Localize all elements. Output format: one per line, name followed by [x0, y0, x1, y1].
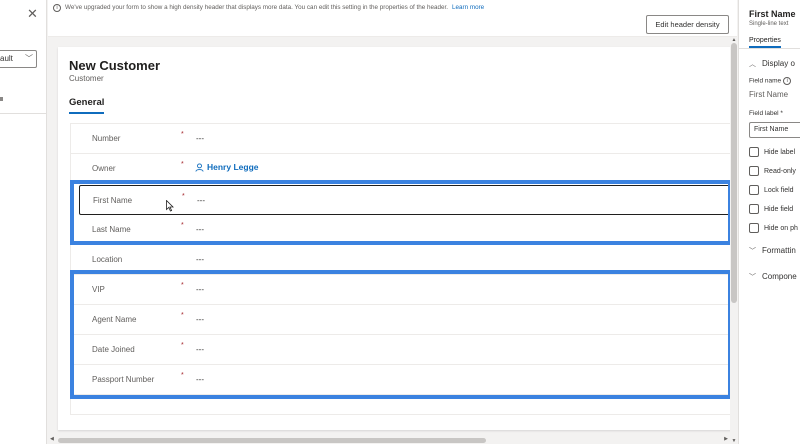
properties-subtitle: Single-line text: [749, 21, 789, 27]
field-row-number[interactable]: Number * ---: [71, 124, 734, 154]
required-marker: *: [181, 282, 184, 289]
divider: [0, 113, 47, 114]
left-panel: ✕ ault ﹀: [0, 0, 47, 444]
tab-properties[interactable]: Properties: [749, 37, 781, 48]
field-value: ---: [196, 285, 204, 294]
field-label-label: Field label *: [749, 110, 783, 117]
field-label: Owner: [92, 164, 116, 173]
required-marker: *: [181, 342, 184, 349]
form-section: Number * --- Owner * Henry Legge First N…: [70, 123, 734, 415]
field-row-first-name[interactable]: First Name * ---: [79, 185, 734, 215]
edit-header-density-button[interactable]: Edit header density: [646, 15, 729, 34]
field-label: Date Joined: [92, 345, 135, 354]
section-label: Display o: [762, 59, 795, 68]
chevron-down-icon: ﹀: [749, 248, 756, 255]
required-marker: *: [181, 222, 184, 229]
notification-message: We've upgraded your form to show a high …: [65, 4, 484, 11]
lock-field-checkbox[interactable]: Lock field: [749, 185, 794, 195]
required-marker: *: [181, 161, 184, 168]
field-row-vip[interactable]: VIP * ---: [71, 275, 734, 305]
field-value: ---: [196, 315, 204, 324]
hide-on-phone-checkbox[interactable]: Hide on ph: [749, 223, 798, 233]
form-card: New Customer Customer General Number * -…: [58, 47, 734, 430]
field-label-input[interactable]: First Name: [749, 122, 800, 138]
field-label: Location: [92, 255, 123, 264]
field-row-passport-number[interactable]: Passport Number * ---: [71, 365, 734, 395]
close-icon[interactable]: ✕: [27, 6, 38, 22]
vertical-scrollbar[interactable]: ▲ ▼: [730, 37, 738, 444]
owner-name: Henry Legge: [207, 162, 259, 172]
checkbox-label: Hide on ph: [764, 224, 798, 232]
divider: [739, 48, 800, 49]
checkbox-box: [749, 147, 759, 157]
vertical-scroll-thumb[interactable]: [731, 43, 737, 303]
checkbox-box: [749, 185, 759, 195]
checkbox-label: Hide label: [764, 148, 796, 156]
field-value: ---: [196, 134, 204, 143]
field-value: ---: [197, 196, 205, 205]
left-dropdown[interactable]: ault ﹀: [0, 50, 37, 68]
checkbox-box: [749, 166, 759, 176]
field-label: Last Name: [92, 225, 131, 234]
scroll-down-icon[interactable]: ▼: [730, 438, 738, 444]
checkbox-label: Hide field: [764, 205, 794, 213]
field-name-label: Field name i: [749, 77, 792, 85]
field-value: ---: [196, 225, 204, 234]
field-row-location[interactable]: Location ---: [71, 245, 734, 275]
required-marker: *: [181, 131, 184, 138]
checkbox-label: Lock field: [764, 186, 794, 194]
hide-label-checkbox[interactable]: Hide label: [749, 147, 795, 157]
horizontal-scroll-thumb[interactable]: [58, 438, 486, 443]
info-icon: i: [53, 4, 61, 12]
required-marker: *: [181, 312, 184, 319]
field-row-date-joined[interactable]: Date Joined * ---: [71, 335, 734, 365]
hide-field-checkbox[interactable]: Hide field: [749, 204, 793, 214]
field-row-last-name[interactable]: Last Name * ---: [71, 215, 734, 245]
chevron-down-icon: ﹀: [749, 274, 756, 281]
form-subtitle: Customer: [69, 74, 104, 83]
chevron-down-icon: ﹀: [25, 54, 33, 63]
notification-text: We've upgraded your form to show a high …: [65, 4, 448, 11]
left-dropdown-value: ault: [0, 54, 13, 63]
field-row-agent-name[interactable]: Agent Name * ---: [71, 305, 734, 335]
field-label: First Name: [93, 196, 133, 205]
field-label: Passport Number: [92, 375, 155, 384]
field-name-text: Field name: [749, 77, 782, 85]
properties-panel: First Name Single-line text Properties ︿…: [738, 0, 800, 444]
tab-general[interactable]: General: [69, 97, 105, 114]
checkbox-box: [749, 204, 759, 214]
read-only-checkbox[interactable]: Read-only: [749, 166, 796, 176]
person-icon: [195, 162, 204, 172]
field-label: VIP: [92, 285, 105, 294]
notification-bar: i We've upgraded your form to show a hig…: [48, 0, 737, 37]
info-icon[interactable]: i: [783, 77, 792, 85]
field-value: ---: [196, 255, 204, 264]
checkbox-box: [749, 223, 759, 233]
owner-lookup-link[interactable]: Henry Legge: [195, 162, 259, 172]
learn-more-link[interactable]: Learn more: [452, 4, 484, 11]
field-value: ---: [196, 345, 204, 354]
field-row-owner[interactable]: Owner * Henry Legge: [71, 154, 734, 184]
field-label: Agent Name: [92, 315, 137, 324]
scroll-right-icon[interactable]: ▶: [724, 436, 728, 442]
formatting-section[interactable]: ﹀ Formattin: [749, 246, 796, 256]
properties-title: First Name: [749, 9, 796, 19]
checkbox-label: Read-only: [764, 167, 796, 175]
required-marker: *: [182, 193, 185, 200]
section-label: Formattin: [762, 246, 796, 255]
section-label: Compone: [762, 272, 797, 281]
required-marker: *: [181, 372, 184, 379]
scroll-left-icon[interactable]: ◀: [50, 436, 54, 442]
components-section[interactable]: ﹀ Compone: [749, 272, 797, 282]
left-marker: [0, 97, 3, 101]
mouse-cursor-icon: [166, 200, 174, 212]
field-value: ---: [196, 375, 204, 384]
display-options-section[interactable]: ︿ Display o: [749, 59, 795, 69]
field-label: Number: [92, 134, 121, 143]
form-title: New Customer: [69, 58, 161, 73]
chevron-up-icon: ︿: [749, 61, 756, 68]
horizontal-scrollbar[interactable]: ◀ ▶: [48, 436, 730, 444]
field-name-value: First Name: [749, 90, 789, 99]
